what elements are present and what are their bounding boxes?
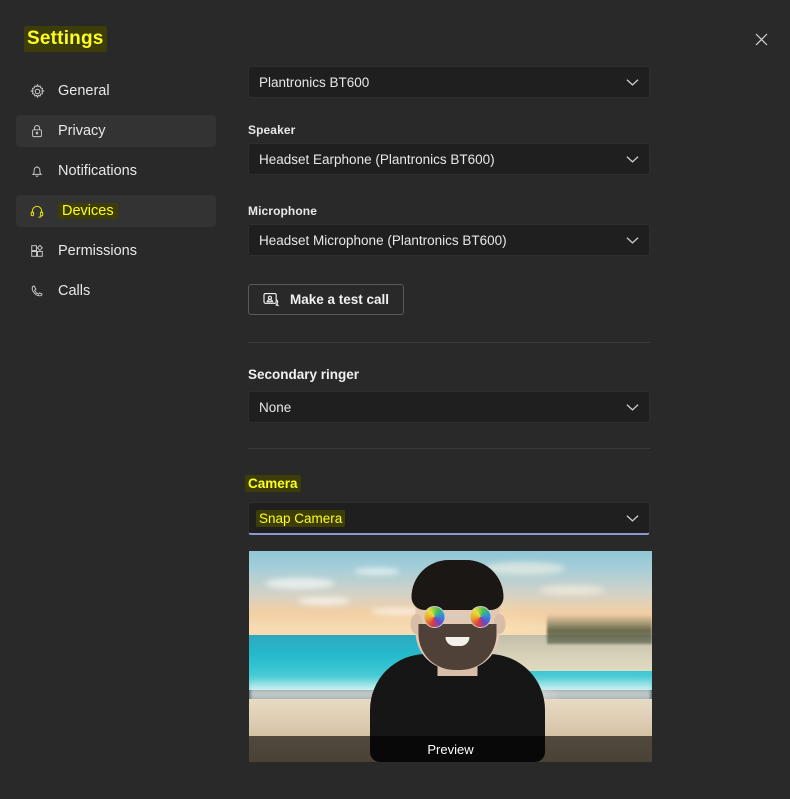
camera-heading: Camera — [245, 475, 301, 492]
secondary-ringer-heading: Secondary ringer — [248, 367, 360, 382]
secondary-ringer-value: None — [259, 399, 292, 415]
section-divider — [248, 342, 650, 343]
test-call-icon — [263, 291, 280, 308]
camera-value: Snap Camera — [256, 509, 346, 527]
preview-cloud — [539, 584, 606, 595]
sidebar-item-calls[interactable]: Calls — [16, 275, 216, 307]
make-test-call-label: Make a test call — [290, 292, 390, 307]
settings-window: Settings General Privacy Notifications D… — [0, 0, 790, 799]
rainbow-sunglasses-icon — [422, 606, 494, 628]
audio-device-value: Plantronics BT600 — [259, 74, 370, 90]
gear-icon — [28, 82, 46, 100]
sidebar-item-label: Notifications — [58, 162, 137, 179]
section-divider — [248, 448, 650, 449]
sidebar-item-privacy[interactable]: Privacy — [16, 115, 216, 147]
preview-palm-trees — [547, 614, 652, 644]
phone-icon — [28, 282, 46, 300]
sidebar-item-label: Privacy — [58, 122, 106, 139]
speaker-value: Headset Earphone (Plantronics BT600) — [259, 151, 495, 167]
camera-preview: Preview — [249, 551, 652, 762]
preview-label: Preview — [249, 736, 652, 762]
speaker-dropdown[interactable]: Headset Earphone (Plantronics BT600) — [248, 143, 650, 175]
secondary-ringer-dropdown[interactable]: None — [248, 391, 650, 423]
sidebar-item-label: Devices — [58, 202, 118, 220]
lock-icon — [28, 122, 46, 140]
camera-dropdown[interactable]: Snap Camera — [248, 502, 650, 535]
microphone-dropdown[interactable]: Headset Microphone (Plantronics BT600) — [248, 224, 650, 256]
speaker-label: Speaker — [248, 123, 296, 137]
chevron-down-icon — [625, 233, 639, 247]
sidebar-item-label: Calls — [58, 282, 91, 299]
chevron-down-icon — [625, 511, 639, 525]
settings-sidebar: General Privacy Notifications Devices Pe… — [0, 75, 232, 307]
microphone-label: Microphone — [248, 204, 317, 218]
preview-person — [370, 560, 545, 762]
sidebar-item-label: General — [58, 82, 110, 99]
sidebar-item-general[interactable]: General — [16, 75, 216, 107]
headset-icon — [28, 202, 46, 220]
preview-cloud — [353, 567, 400, 575]
sidebar-item-label: Permissions — [58, 242, 137, 259]
apps-grid-icon — [28, 242, 46, 260]
audio-device-dropdown[interactable]: Plantronics BT600 — [248, 66, 650, 98]
microphone-value: Headset Microphone (Plantronics BT600) — [259, 232, 507, 248]
sunglasses-lens — [423, 606, 446, 628]
sunglasses-lens — [469, 606, 492, 628]
sidebar-item-notifications[interactable]: Notifications — [16, 155, 216, 187]
close-icon — [755, 33, 768, 46]
page-title: Settings — [24, 26, 107, 52]
chevron-down-icon — [625, 400, 639, 414]
make-test-call-button[interactable]: Make a test call — [248, 284, 405, 315]
sidebar-item-permissions[interactable]: Permissions — [16, 235, 216, 267]
preview-person-hair — [411, 560, 504, 610]
sidebar-item-devices[interactable]: Devices — [16, 195, 216, 227]
chevron-down-icon — [625, 152, 639, 166]
bell-icon — [28, 162, 46, 180]
close-button[interactable] — [745, 23, 777, 55]
sunglasses-bridge — [447, 615, 468, 617]
chevron-down-icon — [625, 75, 639, 89]
